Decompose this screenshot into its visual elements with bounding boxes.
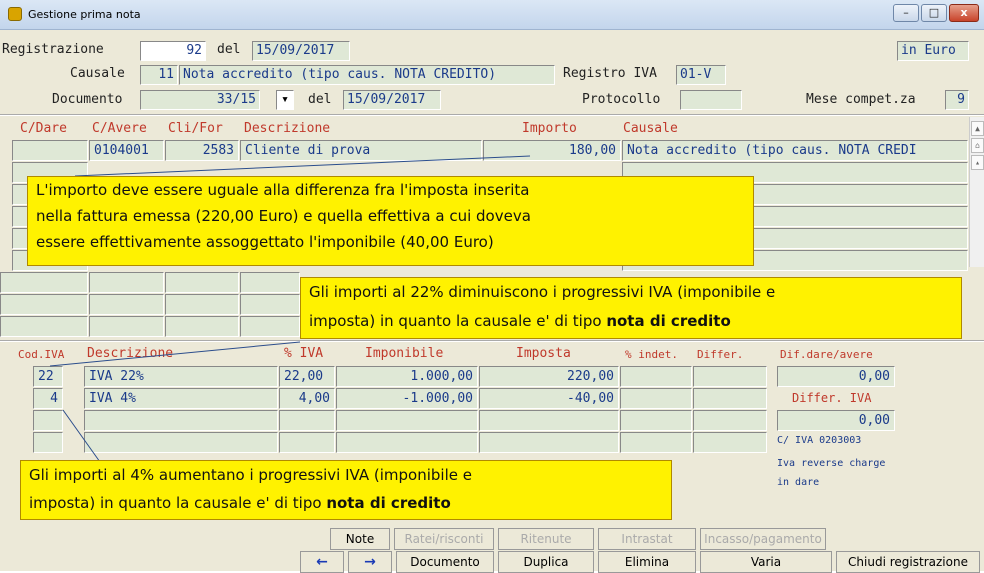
callout-22-line2-wrap: imposta) in quanto la causale e' di tipo… [309, 307, 953, 336]
callout-22-line1: Gli importi al 22% diminuiscono i progre… [309, 283, 776, 301]
previous-arrow-button[interactable]: ← [300, 551, 344, 573]
callout-22-line2: imposta) in quanto la causale e' di tipo [309, 312, 607, 330]
ratei-risconti-button[interactable]: Ratei/risconti [394, 528, 494, 550]
callout-iva-22: Gli importi al 22% diminuiscono i progre… [300, 277, 962, 339]
incasso-pagamento-button[interactable]: Incasso/pagamento [700, 528, 826, 550]
varia-button[interactable]: Varia [700, 551, 832, 573]
callout-22-bold: nota di credito [606, 312, 731, 330]
note-button[interactable]: Note [330, 528, 390, 550]
callout-importo-line3: essere effettivamente assoggettato l'imp… [36, 233, 494, 251]
callout-iva-4: Gli importi al 4% aumentano i progressiv… [20, 460, 672, 520]
elimina-button[interactable]: Elimina [598, 551, 696, 573]
intrastat-button[interactable]: Intrastat [598, 528, 696, 550]
callout-importo-line2: nella fattura emessa (220,00 Euro) e que… [36, 207, 531, 225]
chiudi-registrazione-button[interactable]: Chiudi registrazione [836, 551, 980, 573]
callout-4-line2-wrap: imposta) in quanto la causale e' di tipo… [29, 489, 663, 517]
connector-line-importo [74, 155, 531, 177]
callout-4-bold: nota di credito [326, 494, 451, 512]
connector-line-4 [62, 409, 101, 463]
documento-button[interactable]: Documento [396, 551, 494, 573]
duplica-button[interactable]: Duplica [498, 551, 594, 573]
callout-4-line2: imposta) in quanto la causale e' di tipo [29, 494, 327, 512]
connector-line-22 [49, 341, 301, 367]
callout-4-line1: Gli importi al 4% aumentano i progressiv… [29, 466, 472, 484]
callout-importo-line1: L'importo deve essere uguale alla differ… [36, 181, 530, 199]
callout-importo: L'importo deve essere uguale alla differ… [27, 176, 754, 266]
next-arrow-button[interactable]: → [348, 551, 392, 573]
ritenute-button[interactable]: Ritenute [498, 528, 594, 550]
